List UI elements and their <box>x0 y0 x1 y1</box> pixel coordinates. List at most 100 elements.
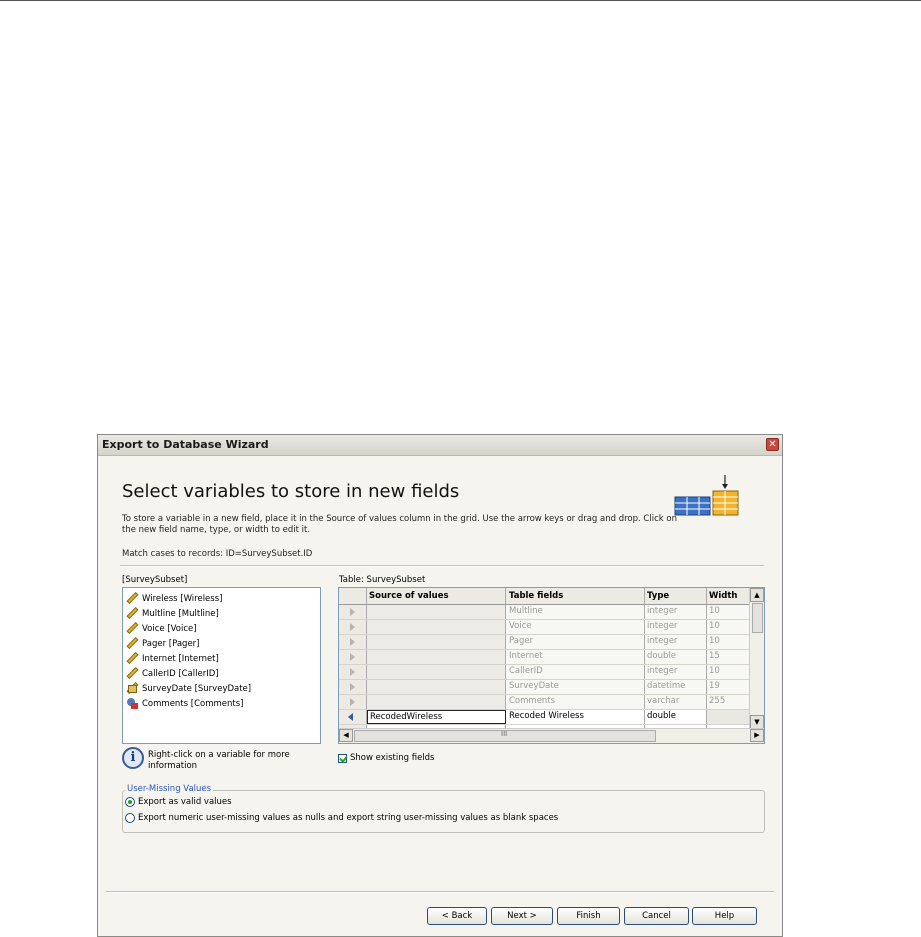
type-cell: double <box>645 650 707 664</box>
row-selector[interactable] <box>339 620 367 634</box>
variable-item[interactable]: Multline [Multline] <box>123 606 320 621</box>
column-header-width[interactable]: Width <box>707 588 749 604</box>
header-divider <box>120 565 764 567</box>
radio-export-valid[interactable]: Export as valid values <box>125 797 232 807</box>
row-selector[interactable] <box>339 680 367 694</box>
scroll-right-icon[interactable]: ▶ <box>750 729 764 742</box>
page-title: Select variables to store in new fields <box>122 481 460 502</box>
column-header-fields[interactable]: Table fields <box>506 588 645 604</box>
row-pointer-icon <box>350 653 355 661</box>
horizontal-scroll-thumb[interactable]: III <box>354 730 656 742</box>
width-cell: 255 <box>707 695 749 709</box>
field-cell: Internet <box>506 650 645 664</box>
column-header-source[interactable]: Source of values <box>367 588 506 604</box>
ruler-scale-icon <box>126 606 139 620</box>
row-selector[interactable] <box>339 635 367 649</box>
show-existing-fields-checkbox[interactable]: Show existing fields <box>338 753 435 763</box>
close-icon: ✕ <box>768 439 777 450</box>
table-row[interactable]: CallerID integer 10 <box>339 665 764 680</box>
scroll-grip-icon: III <box>501 730 508 738</box>
export-wizard-dialog: Export to Database Wizard ✕ Select varia… <box>97 434 783 937</box>
scroll-down-icon[interactable]: ▼ <box>750 715 764 729</box>
source-list-label: [SurveySubset] <box>122 575 188 585</box>
radio-label: Export numeric user-missing values as nu… <box>138 813 559 823</box>
scroll-up-icon[interactable]: ▲ <box>750 588 764 602</box>
variable-item[interactable]: Comments [Comments] <box>123 696 320 711</box>
row-selector[interactable] <box>339 605 367 619</box>
blue-table-icon <box>674 496 711 516</box>
match-cases-text: Match cases to records: ID=SurveySubset.… <box>122 549 313 559</box>
width-cell: 19 <box>707 680 749 694</box>
source-cell[interactable] <box>367 635 506 649</box>
ruler-scale-icon <box>126 591 139 605</box>
variable-item[interactable]: Internet [Internet] <box>123 651 320 666</box>
type-cell[interactable]: double <box>645 710 707 724</box>
radio-selected-icon[interactable] <box>125 797 135 807</box>
info-hint: i Right-click on a variable for more inf… <box>122 747 308 772</box>
table-row[interactable]: Pager integer 10 <box>339 635 764 650</box>
source-cell[interactable] <box>367 620 506 634</box>
ruler-scale-icon <box>126 621 139 635</box>
width-cell[interactable] <box>707 710 749 724</box>
user-missing-values-title: User-Missing Values <box>125 784 214 794</box>
string-nominal-icon <box>127 697 139 710</box>
table-row[interactable]: SurveyDate datetime 19 <box>339 680 764 695</box>
table-row[interactable]: Voice integer 10 <box>339 620 764 635</box>
width-cell: 15 <box>707 650 749 664</box>
row-selector[interactable] <box>339 665 367 679</box>
table-row[interactable]: Internet double 15 <box>339 650 764 665</box>
variable-item[interactable]: Wireless [Wireless] <box>123 591 320 606</box>
field-name-cell[interactable]: Recoded Wireless <box>506 710 645 724</box>
finish-button[interactable]: Finish <box>557 907 620 925</box>
fields-grid[interactable]: Source of values Table fields Type Width… <box>338 587 765 744</box>
checkbox-checked-icon[interactable] <box>338 753 347 763</box>
variable-item[interactable]: Voice [Voice] <box>123 621 320 636</box>
instructions-text: To store a variable in a new field, plac… <box>122 514 677 535</box>
field-cell: Pager <box>506 635 645 649</box>
source-cell[interactable] <box>367 650 506 664</box>
type-cell: integer <box>645 620 707 634</box>
table-label: Table: SurveySubset <box>339 575 426 585</box>
next-button[interactable]: Next > <box>491 907 553 925</box>
source-cell[interactable] <box>367 695 506 709</box>
close-button[interactable]: ✕ <box>766 438 779 451</box>
type-cell: datetime <box>645 680 707 694</box>
width-cell: 10 <box>707 665 749 679</box>
footer-divider <box>106 891 774 893</box>
table-row[interactable]: Comments varchar 255 <box>339 695 764 710</box>
variable-item[interactable]: Pager [Pager] <box>123 636 320 651</box>
cancel-button[interactable]: Cancel <box>624 907 689 925</box>
source-cell[interactable] <box>367 665 506 679</box>
source-cell[interactable] <box>367 680 506 694</box>
variable-item[interactable]: CallerID [CallerID] <box>123 666 320 681</box>
grid-horizontal-scrollbar[interactable]: ◀ III ▶ <box>339 728 764 743</box>
radio-unselected-icon[interactable] <box>125 813 135 823</box>
vertical-scroll-thumb[interactable] <box>752 603 763 633</box>
scroll-left-icon[interactable]: ◀ <box>339 729 353 742</box>
help-button[interactable]: Help <box>692 907 757 925</box>
row-pointer-icon <box>350 668 355 676</box>
variable-item[interactable]: SurveyDate [SurveyDate] <box>123 681 320 696</box>
row-selector[interactable] <box>339 650 367 664</box>
table-row[interactable]: Multline integer 10 <box>339 605 764 620</box>
column-header-type[interactable]: Type <box>645 588 707 604</box>
show-existing-label: Show existing fields <box>350 753 435 763</box>
width-cell: 10 <box>707 605 749 619</box>
date-scale-icon <box>126 681 139 695</box>
ruler-scale-icon <box>126 636 139 650</box>
row-pointer-icon <box>350 698 355 706</box>
info-text: Right-click on a variable for more infor… <box>148 750 290 771</box>
variable-list[interactable]: Wireless [Wireless] Multline [Multline] … <box>122 587 321 744</box>
back-button[interactable]: < Back <box>427 907 487 925</box>
type-cell: varchar <box>645 695 707 709</box>
row-selector[interactable] <box>339 710 367 724</box>
table-row-new-field[interactable]: RecodedWireless Recoded Wireless double <box>339 710 764 725</box>
row-selector[interactable] <box>339 695 367 709</box>
radio-label: Export as valid values <box>138 797 232 807</box>
source-cell[interactable] <box>367 605 506 619</box>
field-cell: CallerID <box>506 665 645 679</box>
source-cell-editing[interactable]: RecodedWireless <box>367 710 506 724</box>
radio-export-nulls[interactable]: Export numeric user-missing values as nu… <box>125 813 558 823</box>
row-selector-header <box>339 588 367 604</box>
grid-vertical-scrollbar[interactable]: ▲ ▼ <box>749 588 764 729</box>
